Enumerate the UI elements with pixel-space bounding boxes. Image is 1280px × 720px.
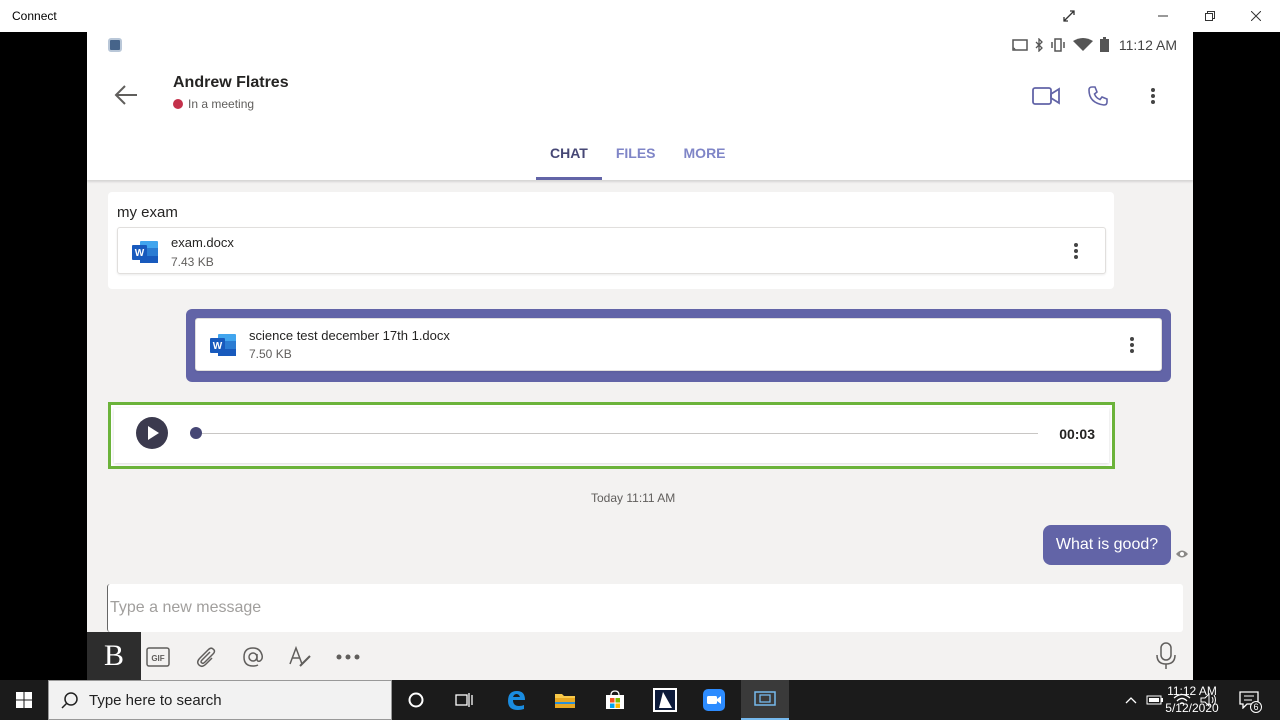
chat-header: Andrew Flatres In a meeting CHAT FILES M… [87, 58, 1193, 180]
cast-icon [1012, 38, 1028, 51]
kebab-icon [1146, 86, 1160, 106]
compose-area: Type a new message B GIF [87, 580, 1193, 680]
app-notification-icon [108, 38, 122, 52]
zoom-icon[interactable] [690, 680, 738, 720]
status-time: 11:12 AM [1118, 37, 1177, 53]
svg-text:GIF: GIF [151, 654, 164, 663]
taskbar-search-box[interactable]: Type here to search [48, 680, 392, 720]
phone-screen: 11:12 AM Andrew Flatres In a meeting CHA… [87, 32, 1193, 680]
format-text-icon[interactable] [287, 644, 313, 670]
file-name: science test december 17th 1.docx [249, 328, 450, 343]
video-camera-icon [1032, 87, 1060, 105]
expand-icon[interactable] [1046, 0, 1092, 32]
close-button[interactable] [1233, 0, 1279, 32]
battery-icon [1100, 37, 1109, 52]
search-placeholder: Type here to search [89, 691, 222, 709]
mention-at-icon[interactable] [240, 644, 266, 670]
back-arrow-icon[interactable] [113, 82, 139, 108]
android-statusbar: 11:12 AM [87, 32, 1193, 58]
video-call-button[interactable] [1030, 80, 1062, 112]
presence-label: In a meeting [188, 97, 255, 111]
gif-icon[interactable]: GIF [145, 644, 171, 670]
tab-more[interactable]: MORE [670, 144, 740, 180]
file-size: 7.43 KB [171, 255, 214, 269]
contact-name: Andrew Flatres [173, 74, 289, 91]
compose-toolbar: B GIF [87, 632, 1193, 680]
format-bold-button[interactable]: B [87, 632, 141, 680]
tab-files[interactable]: FILES [602, 144, 670, 180]
window-title: Connect [12, 9, 57, 23]
received-message: my exam W exam.docx 7.43 KB [108, 192, 1114, 289]
clock-date: 5/12/2020 [1165, 701, 1219, 715]
audio-progress-track[interactable] [193, 433, 1038, 434]
audio-duration: 00:03 [1059, 426, 1095, 442]
attach-paperclip-icon[interactable] [193, 644, 219, 670]
presence-status: In a meeting [173, 97, 254, 111]
file-size: 7.50 KB [249, 347, 292, 361]
file-options-icon[interactable] [1069, 241, 1083, 261]
vibrate-icon [1051, 37, 1065, 52]
message-text: my exam [117, 204, 178, 221]
windows-start-icon[interactable] [0, 680, 48, 720]
connect-app-icon[interactable] [741, 680, 789, 720]
file-explorer-icon[interactable] [541, 680, 589, 720]
svg-text:W: W [135, 248, 145, 259]
play-icon[interactable] [136, 417, 168, 449]
edge-browser-icon[interactable] [492, 680, 540, 720]
more-ellipsis-icon[interactable] [335, 644, 361, 670]
chevron-up-icon[interactable] [1125, 696, 1137, 704]
letterbox-right [1193, 32, 1280, 680]
window-titlebar: Connect [0, 0, 1280, 32]
bluetooth-icon [1035, 37, 1043, 52]
message-timestamp: Today 11:11 AM [591, 491, 676, 505]
microphone-icon[interactable] [1153, 642, 1179, 670]
action-center-button[interactable]: 6 [1234, 680, 1264, 720]
word-doc-icon: W [210, 334, 236, 356]
more-options-button[interactable] [1137, 80, 1169, 112]
word-doc-icon: W [132, 241, 158, 263]
file-options-icon[interactable] [1125, 335, 1139, 355]
audio-player: 00:03 [114, 408, 1109, 463]
minimize-button[interactable] [1140, 0, 1186, 32]
letterbox-left [0, 32, 87, 680]
phone-icon [1088, 86, 1108, 106]
busy-presence-icon [173, 99, 183, 109]
taskbar-clock[interactable]: 11:12 AM 5/12/2020 [1158, 683, 1226, 717]
file-name: exam.docx [171, 235, 234, 250]
audio-call-button[interactable] [1082, 80, 1114, 112]
windows-taskbar: Type here to search 11:12 AM 5/12/2020 6 [0, 680, 1280, 720]
sent-file-message: W science test december 17th 1.docx 7.50… [186, 309, 1171, 382]
app-taskbar-icon[interactable] [641, 680, 689, 720]
notification-count: 6 [1250, 701, 1262, 713]
search-icon [61, 692, 78, 709]
task-view-icon[interactable] [440, 680, 488, 720]
audio-message: 00:03 [108, 402, 1115, 469]
svg-text:W: W [213, 341, 223, 352]
audio-progress-handle[interactable] [190, 427, 202, 439]
message-input[interactable]: Type a new message [107, 584, 1183, 632]
status-icons [1012, 37, 1109, 52]
tab-bar: CHAT FILES MORE [536, 144, 740, 180]
seen-eye-icon [1176, 550, 1188, 558]
file-attachment-exam[interactable]: W exam.docx 7.43 KB [117, 227, 1106, 274]
file-attachment-science-test[interactable]: W science test december 17th 1.docx 7.50… [195, 318, 1162, 371]
tab-chat[interactable]: CHAT [536, 144, 602, 180]
wifi-icon [1073, 37, 1093, 51]
store-icon[interactable] [591, 680, 639, 720]
sent-message-bubble[interactable]: What is good? [1043, 525, 1171, 565]
cortana-icon[interactable] [392, 680, 440, 720]
chat-thread: my exam W exam.docx 7.43 KB W science te… [87, 180, 1193, 580]
restore-button[interactable] [1187, 0, 1233, 32]
clock-time: 11:12 AM [1167, 684, 1217, 698]
